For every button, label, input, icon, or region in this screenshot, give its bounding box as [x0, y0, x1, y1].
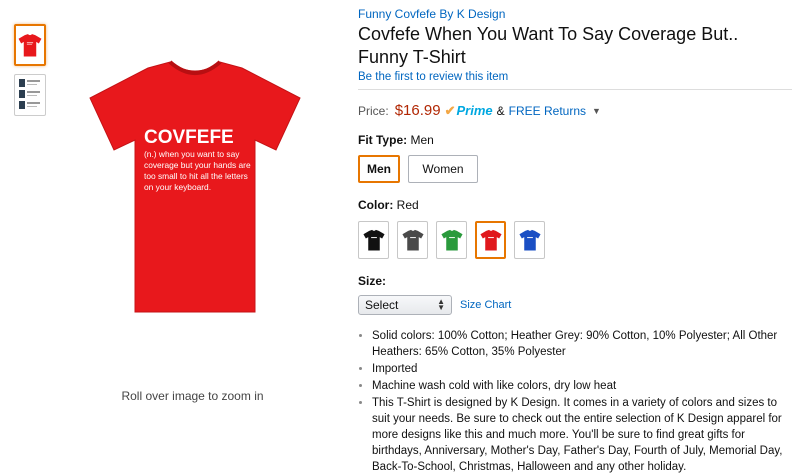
free-returns-link[interactable]: FREE Returns [509, 104, 586, 118]
color-swatch-dark-heather[interactable] [397, 221, 428, 259]
size-chart-link[interactable]: Size Chart [460, 299, 511, 311]
select-arrows-icon: ▲ ▼ [437, 297, 445, 312]
tshirt-swatch-icon [479, 229, 502, 251]
size-label: Size: [358, 274, 387, 288]
color-swatch-red[interactable] [475, 221, 506, 259]
caret-down-icon[interactable]: ▼ [592, 106, 601, 116]
brand-link[interactable]: Funny Covfefe By K Design [358, 7, 792, 21]
thumbnail-size-chart[interactable] [14, 74, 46, 116]
shirt-line-4: on your keyboard. [144, 182, 211, 192]
fit-type-row: Fit Type: Men [358, 133, 792, 147]
color-swatch-black[interactable] [358, 221, 389, 259]
prime-badge[interactable]: ✔ Prime [445, 103, 493, 119]
fit-option-men[interactable]: Men [358, 155, 400, 183]
fit-type-label: Fit Type: [358, 133, 408, 147]
thumbnail-red-shirt[interactable] [14, 24, 46, 66]
product-title: Covfefe When You Want To Say Coverage Bu… [358, 24, 739, 67]
bullet-item: This T-Shirt is designed by K Design. It… [372, 395, 792, 475]
zoom-hint: Roll over image to zoom in [121, 389, 264, 403]
tshirt-swatch-icon [440, 229, 463, 251]
size-select[interactable]: Select ▲ ▼ [358, 295, 452, 315]
bullet-item: Imported [372, 361, 792, 377]
tshirt-swatch-icon [518, 229, 541, 251]
feature-bullets: Solid colors: 100% Cotton; Heather Grey:… [358, 328, 792, 475]
red-tshirt-image: COVFEFE (n.) when you want to say covera… [89, 60, 301, 313]
ampersand: & [496, 103, 505, 118]
color-swatches [358, 221, 792, 259]
tshirt-swatch-icon [362, 229, 385, 251]
size-chart-thumbnail-icon [19, 79, 40, 109]
color-row: Color: Red [358, 198, 792, 212]
size-select-value: Select [365, 298, 399, 312]
thumbnail-strip [14, 24, 48, 124]
price-label: Price: [358, 103, 389, 118]
bullet-item: Solid colors: 100% Cotton; Heather Grey:… [372, 328, 792, 360]
fit-option-women[interactable]: Women [408, 155, 478, 183]
product-page: COVFEFE (n.) when you want to say covera… [0, 0, 800, 473]
color-value: Red [396, 198, 419, 212]
bullet-item: Machine wash cold with like colors, dry … [372, 378, 792, 394]
size-row: Select ▲ ▼ Size Chart [358, 295, 792, 315]
color-swatch-royal-blue[interactable] [514, 221, 545, 259]
product-details: Funny Covfefe By K Design Covfefe When Y… [358, 0, 792, 476]
fit-type-options: Men Women [358, 155, 792, 183]
color-swatch-kelly-green[interactable] [436, 221, 467, 259]
shirt-line-1: (n.) when you want to say [144, 149, 240, 159]
review-link[interactable]: Be the first to review this item [358, 71, 792, 83]
prime-label: Prime [456, 103, 493, 118]
fit-type-value: Men [410, 133, 434, 147]
color-label: Color: [358, 198, 394, 212]
divider [358, 89, 792, 90]
price-amount: $16.99 [394, 102, 441, 119]
prime-check-icon: ✔ [444, 102, 456, 118]
tshirt-swatch-icon [401, 229, 424, 251]
shirt-line-3: too small to hit all the letters [144, 171, 248, 181]
main-product-image[interactable]: COVFEFE (n.) when you want to say covera… [60, 50, 330, 320]
shirt-line-2: coverage but your hands are [144, 160, 251, 170]
shirt-headline: COVFEFE [144, 127, 234, 148]
tshirt-thumbnail-icon [18, 34, 42, 57]
price-row: Price: $16.99 ✔ Prime & FREE Returns ▼ [358, 102, 792, 119]
